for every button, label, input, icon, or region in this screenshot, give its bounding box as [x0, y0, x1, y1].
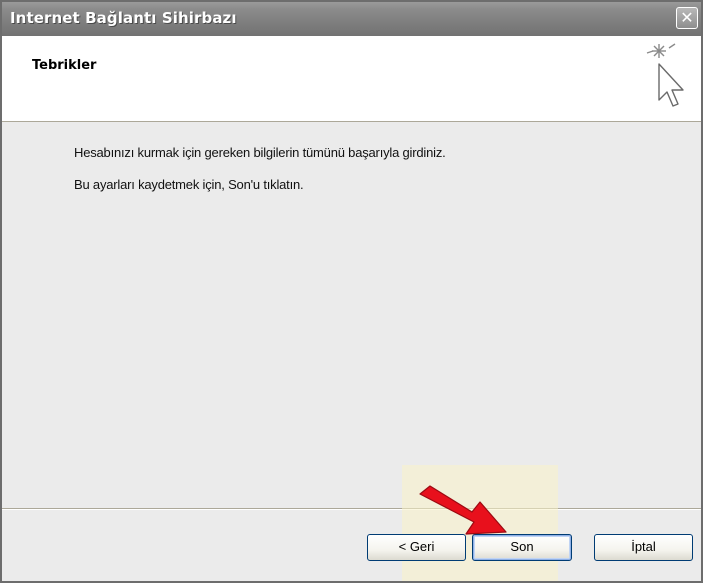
- cancel-button[interactable]: İptal: [594, 534, 693, 561]
- message-line-2: Bu ayarları kaydetmek için, Son'u tıklat…: [74, 177, 304, 192]
- window-title: Internet Bağlantı Sihirbazı: [10, 9, 237, 27]
- finish-button[interactable]: Son: [472, 534, 572, 561]
- cursor-sparkle-icon: [646, 43, 684, 107]
- close-button[interactable]: ✕: [676, 7, 698, 29]
- message-line-1: Hesabınızı kurmak için gereken bilgileri…: [74, 145, 446, 160]
- title-bar[interactable]: Internet Bağlantı Sihirbazı ✕: [2, 2, 701, 36]
- wizard-header: Tebrikler: [2, 36, 701, 122]
- page-title: Tebrikler: [32, 58, 97, 73]
- highlight-overlay: [402, 465, 558, 581]
- close-icon: ✕: [680, 8, 694, 27]
- wizard-window: Internet Bağlantı Sihirbazı ✕ Tebrikler …: [0, 0, 703, 583]
- wizard-content: Hesabınızı kurmak için gereken bilgileri…: [2, 122, 701, 508]
- back-button[interactable]: < Geri: [367, 534, 466, 561]
